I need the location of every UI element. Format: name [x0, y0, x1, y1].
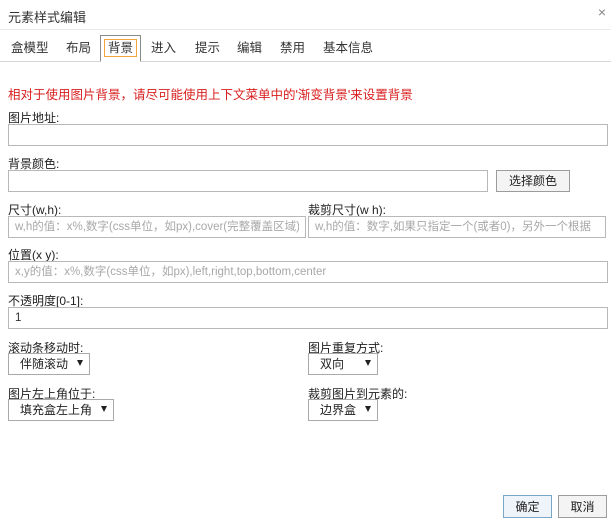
chevron-down-icon	[77, 360, 83, 366]
close-icon[interactable]: ×	[598, 5, 606, 19]
position-label-en: (x y):	[32, 248, 59, 262]
tab-basic-info[interactable]: 基本信息	[323, 36, 373, 61]
clip-size-label-cn: 裁剪尺寸	[308, 203, 357, 217]
position-input[interactable]	[8, 261, 608, 283]
repeat-select-value: 双向	[320, 357, 345, 371]
gradient-warning: 相对于使用图片背景，请尽可能使用上下文菜单中的'渐变背景'来设置背景	[8, 88, 413, 102]
size-label-en: (w,h):	[32, 203, 62, 217]
chevron-down-icon	[365, 406, 371, 412]
attachment-select[interactable]: 伴随滚动	[8, 353, 90, 375]
bg-color-input[interactable]	[8, 170, 488, 192]
cancel-button[interactable]: 取消	[558, 495, 607, 518]
dialog-title: 元素样式编辑	[8, 10, 87, 25]
tab-tooltip[interactable]: 提示	[195, 36, 220, 61]
tab-enter[interactable]: 进入	[151, 36, 176, 61]
tab-layout[interactable]: 布局	[66, 36, 91, 61]
tab-background[interactable]: 背景	[100, 35, 141, 62]
clip-select[interactable]: 边界盒	[308, 399, 378, 421]
size-label-cn: 尺寸	[8, 203, 33, 217]
attachment-select-value: 伴随滚动	[20, 357, 69, 371]
tab-disabled[interactable]: 禁用	[280, 36, 305, 61]
clip-select-value: 边界盒	[320, 403, 357, 417]
image-url-input[interactable]	[8, 124, 608, 146]
clip-size-input[interactable]	[308, 216, 606, 238]
clip-size-label-en: (w h):	[356, 203, 387, 217]
dialog-titlebar: 元素样式编辑 ×	[0, 0, 611, 30]
ok-button[interactable]: 确定	[503, 495, 552, 518]
origin-select-value: 填充盒左上角	[20, 403, 93, 417]
tab-bar: 盒模型 布局 背景 进入 提示 编辑 禁用 基本信息	[0, 35, 611, 62]
tab-edit[interactable]: 编辑	[237, 36, 262, 61]
origin-select[interactable]: 填充盒左上角	[8, 399, 114, 421]
repeat-select[interactable]: 双向	[308, 353, 378, 375]
chevron-down-icon	[101, 406, 107, 412]
chevron-down-icon	[365, 360, 371, 366]
size-input[interactable]	[8, 216, 306, 238]
tab-box-model[interactable]: 盒模型	[11, 36, 49, 61]
opacity-input[interactable]	[8, 307, 608, 329]
position-label-cn: 位置	[8, 248, 33, 262]
choose-color-button[interactable]: 选择颜色	[496, 170, 570, 192]
